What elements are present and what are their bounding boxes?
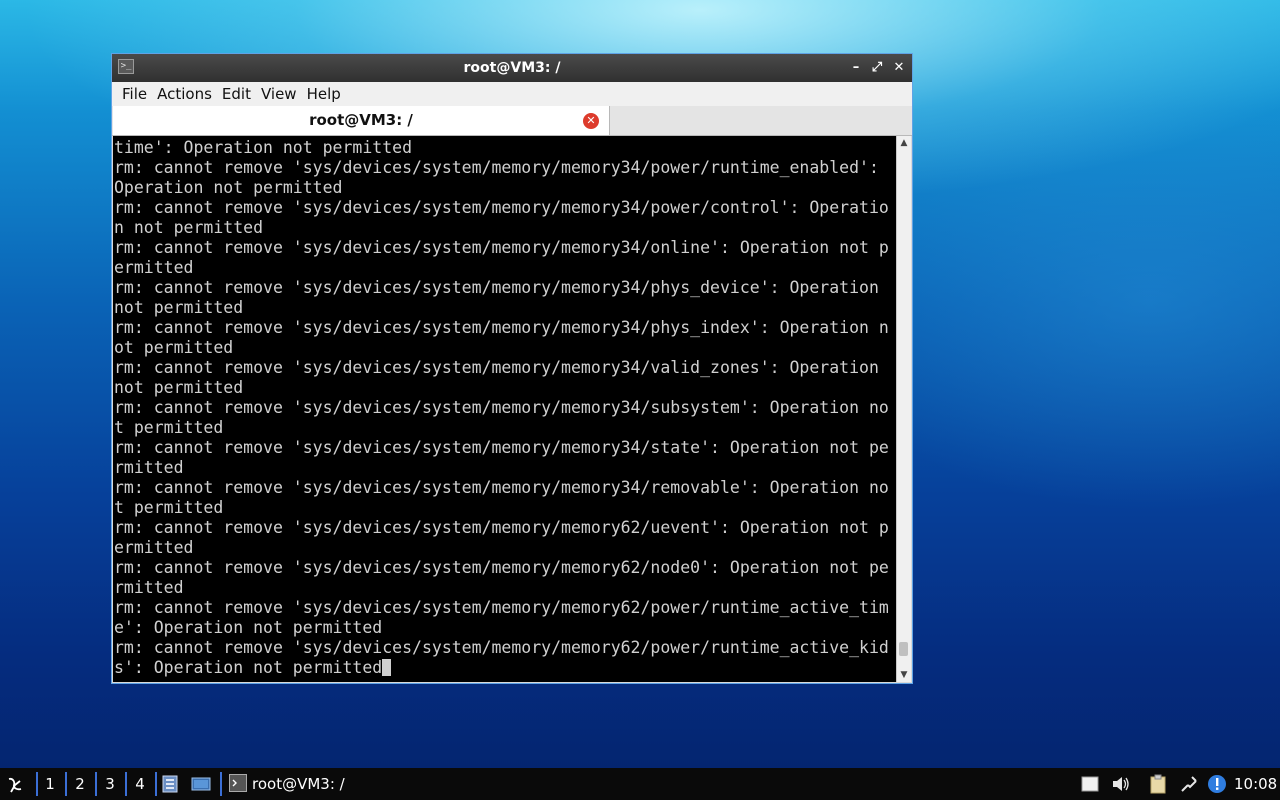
menu-edit[interactable]: Edit [217, 82, 256, 106]
desktop-icon[interactable] [191, 774, 211, 794]
menu-help[interactable]: Help [302, 82, 346, 106]
terminal-line: rm: cannot remove 'sys/devices/system/me… [114, 438, 889, 457]
terminal-line: rm: cannot remove 'sys/devices/system/me… [114, 238, 889, 257]
terminal-line: rm: cannot remove 'sys/devices/system/me… [114, 158, 879, 177]
task-button-terminal[interactable]: root@VM3: / [252, 768, 345, 800]
menu-actions[interactable]: Actions [152, 82, 217, 106]
terminal-line: t permitted [114, 418, 224, 437]
terminal-line: rm: cannot remove 'sys/devices/system/me… [114, 598, 889, 617]
terminal-line: ermitted [114, 258, 194, 277]
terminal-scrollbar[interactable]: ▲ ▼ [896, 136, 911, 682]
terminal-line: e': Operation not permitted [114, 618, 383, 637]
scrollbar-thumb[interactable] [899, 642, 908, 656]
terminal-line: rm: cannot remove 'sys/devices/system/me… [114, 358, 879, 377]
maximize-button[interactable]: ⤢ [868, 58, 886, 78]
workspace-3[interactable]: 3 [95, 768, 125, 800]
terminal-line: ermitted [114, 538, 194, 557]
terminal-line: s': Operation not permitted [114, 658, 383, 677]
terminal-line: rm: cannot remove 'sys/devices/system/me… [114, 478, 889, 497]
file-manager-icon[interactable] [160, 774, 180, 794]
terminal-line: rm: cannot remove 'sys/devices/system/me… [114, 638, 889, 657]
menu-view[interactable]: View [256, 82, 302, 106]
clipboard-icon[interactable] [1148, 774, 1168, 794]
terminal-line: rm: cannot remove 'sys/devices/system/me… [114, 198, 889, 217]
taskbar: 1 2 3 4 root@VM3: / 10:08 [0, 768, 1280, 800]
terminal-window[interactable]: >_ root@VM3: / – ⤢ ✕ File Actions Edit View… [111, 53, 913, 684]
menu-file[interactable]: File [117, 82, 152, 106]
network-icon[interactable] [1179, 774, 1199, 794]
tab-bar: root@VM3: / ✕ [112, 106, 912, 136]
terminal-line: rm: cannot remove 'sys/devices/system/me… [114, 518, 889, 537]
terminal-line: n not permitted [114, 218, 264, 237]
terminal-line: rm: cannot remove 'sys/devices/system/me… [114, 318, 889, 337]
terminal-output[interactable]: time': Operation not permitted rm: canno… [113, 136, 897, 682]
notes-icon[interactable] [1080, 774, 1100, 794]
terminal-line: rm: cannot remove 'sys/devices/system/me… [114, 278, 879, 297]
clock[interactable]: 10:08 [1234, 768, 1277, 800]
scroll-down-arrow-icon[interactable]: ▼ [897, 668, 911, 682]
terminal-line: ot permitted [114, 338, 234, 357]
tab-terminal[interactable]: root@VM3: / ✕ [113, 106, 610, 135]
start-menu-icon[interactable] [4, 768, 26, 800]
terminal-line: rmitted [114, 458, 184, 477]
terminal-line: rm: cannot remove 'sys/devices/system/me… [114, 398, 889, 417]
close-button[interactable]: ✕ [890, 58, 908, 78]
terminal-line: Operation not permitted [114, 178, 343, 197]
terminal-icon [229, 774, 249, 794]
terminal-text: time': Operation not permitted rm: canno… [113, 136, 897, 678]
terminal-line: not permitted [114, 298, 244, 317]
terminal-line: t permitted [114, 498, 224, 517]
menu-bar: File Actions Edit View Help [112, 82, 912, 107]
volume-icon[interactable] [1111, 774, 1131, 794]
workspace-4[interactable]: 4 [125, 768, 155, 800]
tab-close-icon[interactable]: ✕ [583, 113, 599, 129]
terminal-cursor [382, 659, 392, 676]
taskbar-separator [220, 772, 222, 796]
window-title: root@VM3: / [463, 60, 561, 76]
workspace-2[interactable]: 2 [65, 768, 95, 800]
terminal-line: time': Operation not permitted [114, 138, 413, 157]
terminal-line: rm: cannot remove 'sys/devices/system/me… [114, 558, 889, 577]
taskbar-separator [155, 772, 157, 796]
terminal-line: not permitted [114, 378, 244, 397]
update-icon[interactable] [1207, 774, 1227, 794]
workspace-1[interactable]: 1 [35, 768, 65, 800]
title-bar[interactable]: >_ root@VM3: / – ⤢ ✕ [112, 54, 912, 82]
tab-label: root@VM3: / [309, 111, 413, 129]
terminal-line: rmitted [114, 578, 184, 597]
scroll-up-arrow-icon[interactable]: ▲ [897, 136, 911, 150]
minimize-button[interactable]: – [847, 58, 865, 78]
